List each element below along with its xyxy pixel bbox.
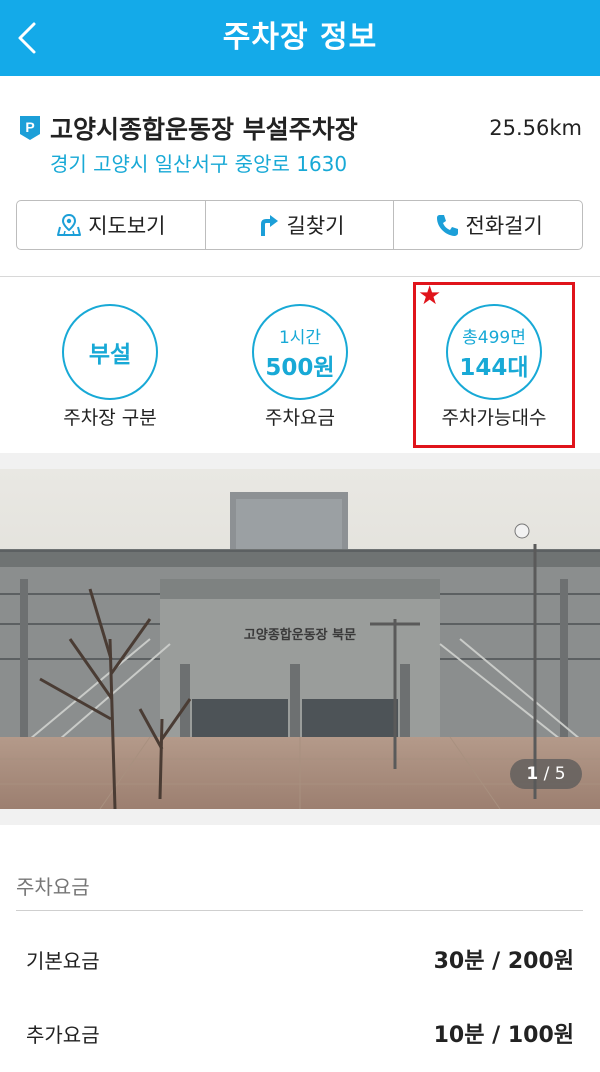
map-view-button[interactable]: 지도보기 (17, 201, 206, 249)
photo-counter: 1 / 5 (510, 759, 582, 789)
page-title: 주차장 정보 (222, 20, 378, 55)
section-gap (0, 809, 600, 825)
phone-icon (436, 215, 458, 236)
parking-stats: 부설 주차장 구분 1시간 500원 주차요금 총499면 144대 주차가능대… (0, 277, 600, 453)
stadium-photo: 고양종합운동장 북문 (0, 469, 600, 809)
call-button[interactable]: 전화걸기 (394, 201, 582, 249)
parking-photo[interactable]: 고양종합운동장 북문 1 / 5 (0, 469, 600, 809)
stat-parking-type: 부설 주차장 구분 (10, 277, 210, 453)
photo-total: / 5 (543, 764, 566, 784)
parking-fee-label: 주차요금 (265, 407, 335, 429)
stadium-sign-text: 고양종합운동장 북문 (244, 627, 356, 643)
distance-label: 25.56km (489, 116, 582, 140)
map-icon (57, 213, 82, 236)
fee-amount: 500원 (265, 354, 335, 381)
parking-icon: P (20, 116, 40, 140)
fee-row-additional: 추가요금 10분 / 100원 (0, 1013, 600, 1053)
parking-info: P 고양시종합운동장 부설주차장 25.56km 경기 고양시 일산서구 중앙로… (0, 76, 600, 276)
svg-text:P: P (25, 119, 34, 135)
fee-unit: 1시간 (278, 327, 322, 348)
photo-current-index: 1 (526, 764, 539, 784)
fee-row-basic: 기본요금 30분 / 200원 (0, 939, 600, 979)
divider (16, 910, 583, 911)
fee-label: 기본요금 (26, 949, 100, 973)
action-bar: 지도보기 길찾기 전화걸기 (16, 200, 583, 250)
fee-value: 30분 / 200원 (433, 949, 574, 974)
directions-button[interactable]: 길찾기 (206, 201, 395, 249)
turn-right-icon (260, 215, 278, 236)
parking-name: 고양시종합운동장 부설주차장 (50, 115, 358, 144)
stat-parking-fee: 1시간 500원 주차요금 (200, 277, 400, 453)
call-label: 전화걸기 (465, 214, 543, 238)
stat-circle: 1시간 500원 (252, 304, 348, 400)
fee-section: 주차요금 기본요금 30분 / 200원 추가요금 10분 / 100원 (0, 825, 600, 1072)
directions-label: 길찾기 (286, 214, 345, 238)
app-bar: 주차장 정보 (0, 0, 600, 76)
fee-label: 추가요금 (26, 1023, 100, 1047)
map-view-label: 지도보기 (88, 214, 166, 238)
section-gap (0, 453, 600, 469)
star-icon: ★ (418, 281, 442, 311)
fee-section-title: 주차요금 (16, 875, 90, 899)
stat-circle: 부설 (62, 304, 158, 400)
parking-type-value: 부설 (88, 342, 132, 368)
address-label: 경기 고양시 일산서구 중앙로 1630 (50, 152, 348, 176)
parking-type-label: 주차장 구분 (63, 407, 157, 429)
fee-value: 10분 / 100원 (433, 1023, 574, 1048)
